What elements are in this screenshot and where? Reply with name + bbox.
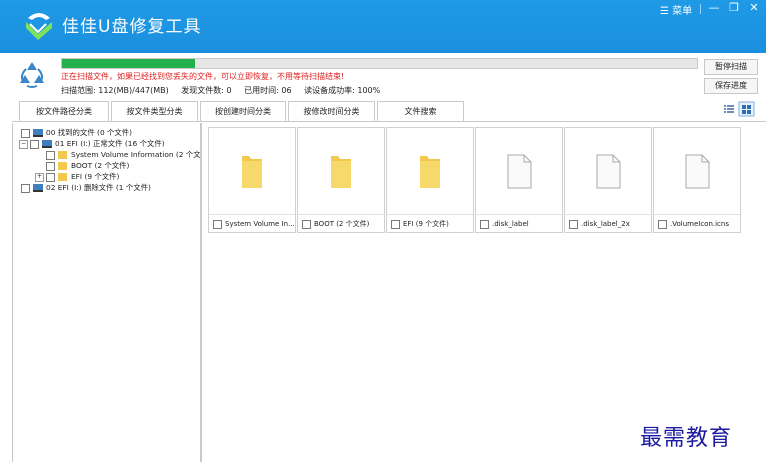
checkbox[interactable]: [46, 161, 55, 171]
tree-item-deleted-files[interactable]: 02 EFI (I:) 删除文件 (1 个文件): [21, 182, 151, 193]
menu-icon: ☰: [660, 6, 669, 17]
tree-item-normal-files[interactable]: − 01 EFI (I:) 正常文件 (16 个文件): [19, 138, 165, 149]
menu-button[interactable]: ☰ 菜单: [660, 2, 692, 17]
tree-item-label: EFI (9 个文件): [71, 172, 120, 181]
scan-range: 扫描范围: 112(MB)/447(MB): [61, 86, 169, 95]
file-name: EFI (9 个文件): [403, 220, 449, 228]
file-card[interactable]: EFI (9 个文件): [386, 127, 474, 233]
folder-icon: [242, 156, 262, 188]
folder-icon: [420, 156, 440, 188]
tree-item-boot[interactable]: BOOT (2 个文件): [46, 160, 129, 171]
menu-label: 菜单: [672, 6, 693, 17]
collapse-icon[interactable]: −: [19, 139, 28, 149]
elapsed-time: 已用时间: 06: [244, 86, 292, 95]
tree-item-label: BOOT (2 个文件): [71, 161, 130, 170]
file-card-footer: .VolumeIcon.icns: [654, 214, 740, 233]
file-name: .disk_label_2x: [581, 220, 630, 228]
drive-icon: [33, 184, 43, 192]
file-card[interactable]: BOOT (2 个文件): [297, 127, 385, 233]
file-card-footer: BOOT (2 个文件): [298, 214, 384, 233]
folder-icon: [58, 162, 67, 170]
tab-by-created[interactable]: 按创建时间分类: [200, 101, 286, 121]
checkbox[interactable]: [46, 172, 55, 182]
minimize-icon[interactable]: —: [706, 1, 722, 14]
app-logo-icon: [26, 13, 52, 40]
expand-icon[interactable]: +: [35, 172, 44, 182]
scan-progress-fill: [62, 59, 196, 68]
file-name: .disk_label: [492, 220, 529, 228]
checkbox[interactable]: [21, 183, 30, 193]
list-view-icon[interactable]: [724, 105, 734, 113]
checkbox[interactable]: [302, 219, 311, 229]
file-card[interactable]: System Volume In...: [208, 127, 296, 233]
file-card-footer: .disk_label_2x: [565, 214, 651, 233]
read-success-rate: 读设备成功率: 100%: [304, 86, 381, 95]
close-icon[interactable]: ✕: [746, 1, 762, 14]
file-card[interactable]: .disk_label_2x: [564, 127, 652, 233]
file-grid: System Volume In... BOOT (2 个文件) EFI (9 …: [201, 123, 766, 462]
tree-item-label: 01 EFI (I:) 正常文件 (16 个文件): [55, 139, 165, 148]
checkbox[interactable]: [30, 139, 39, 149]
tab-by-path[interactable]: 按文件路径分类: [19, 101, 109, 121]
folder-icon: [58, 151, 67, 159]
tree-item-label: 02 EFI (I:) 删除文件 (1 个文件): [46, 183, 151, 192]
checkbox[interactable]: [569, 219, 578, 229]
pause-scan-button[interactable]: 暂停扫描: [704, 59, 758, 75]
file-icon: [507, 154, 532, 189]
tree-item-label: 00 找到的文件 (0 个文件): [46, 128, 133, 137]
titlebar-divider: [700, 4, 701, 14]
file-name: .VolumeIcon.icns: [670, 220, 729, 228]
scan-status-panel: 正在扫描文件，如果已经找到您丢失的文件，可以立即恢复，不用等待扫描结束! 扫描范…: [0, 53, 766, 97]
grid-view-icon[interactable]: [738, 101, 755, 117]
recycle-scan-icon: [20, 62, 44, 88]
drive-icon: [33, 129, 43, 137]
scan-stats: 扫描范围: 112(MB)/447(MB) 发现文件数: 0 已用时间: 06 …: [61, 85, 390, 96]
file-card-footer: .disk_label: [476, 214, 562, 233]
tab-divider: [12, 121, 766, 122]
save-progress-button[interactable]: 保存进度: [704, 78, 758, 94]
file-card[interactable]: .disk_label: [475, 127, 563, 233]
tab-file-search[interactable]: 文件搜索: [377, 101, 464, 121]
folder-icon: [331, 156, 351, 188]
tree-item-efi[interactable]: + EFI (9 个文件): [35, 171, 119, 182]
checkbox[interactable]: [46, 150, 55, 160]
file-name: BOOT (2 个文件): [314, 220, 370, 228]
tab-by-modified[interactable]: 按修改时间分类: [288, 101, 375, 121]
file-card-footer: EFI (9 个文件): [387, 214, 473, 233]
app-title: 佳佳U盘修复工具: [62, 17, 202, 37]
folder-icon: [58, 173, 67, 181]
checkbox[interactable]: [21, 128, 30, 138]
view-icons: [724, 101, 755, 117]
view-toggle: [722, 101, 756, 121]
found-count: 发现文件数: 0: [181, 86, 232, 95]
tab-by-type[interactable]: 按文件类型分类: [111, 101, 198, 121]
watermark: 最需教育: [640, 426, 733, 451]
tree-item-system-volume[interactable]: System Volume Information (2 个文: [46, 149, 201, 160]
scan-progress-bar: [61, 58, 698, 69]
title-bar: 佳佳U盘修复工具 ☰ 菜单 — ❐ ✕: [0, 0, 766, 53]
file-name: System Volume In...: [225, 220, 295, 228]
tree-item-label: System Volume Information (2 个文: [71, 150, 201, 159]
file-icon: [596, 154, 621, 189]
tree-item-found[interactable]: 00 找到的文件 (0 个文件): [21, 127, 132, 138]
file-card-footer: System Volume In...: [209, 214, 295, 233]
checkbox[interactable]: [391, 219, 400, 229]
file-icon: [685, 154, 710, 189]
checkbox[interactable]: [658, 219, 667, 229]
file-card[interactable]: .VolumeIcon.icns: [653, 127, 741, 233]
drive-icon: [42, 140, 52, 148]
file-tree: 00 找到的文件 (0 个文件) − 01 EFI (I:) 正常文件 (16 个…: [12, 123, 201, 462]
checkbox[interactable]: [213, 219, 222, 229]
scan-warning-text: 正在扫描文件，如果已经找到您丢失的文件，可以立即恢复，不用等待扫描结束!: [61, 72, 345, 81]
maximize-icon[interactable]: ❐: [726, 1, 742, 14]
checkbox[interactable]: [480, 219, 489, 229]
